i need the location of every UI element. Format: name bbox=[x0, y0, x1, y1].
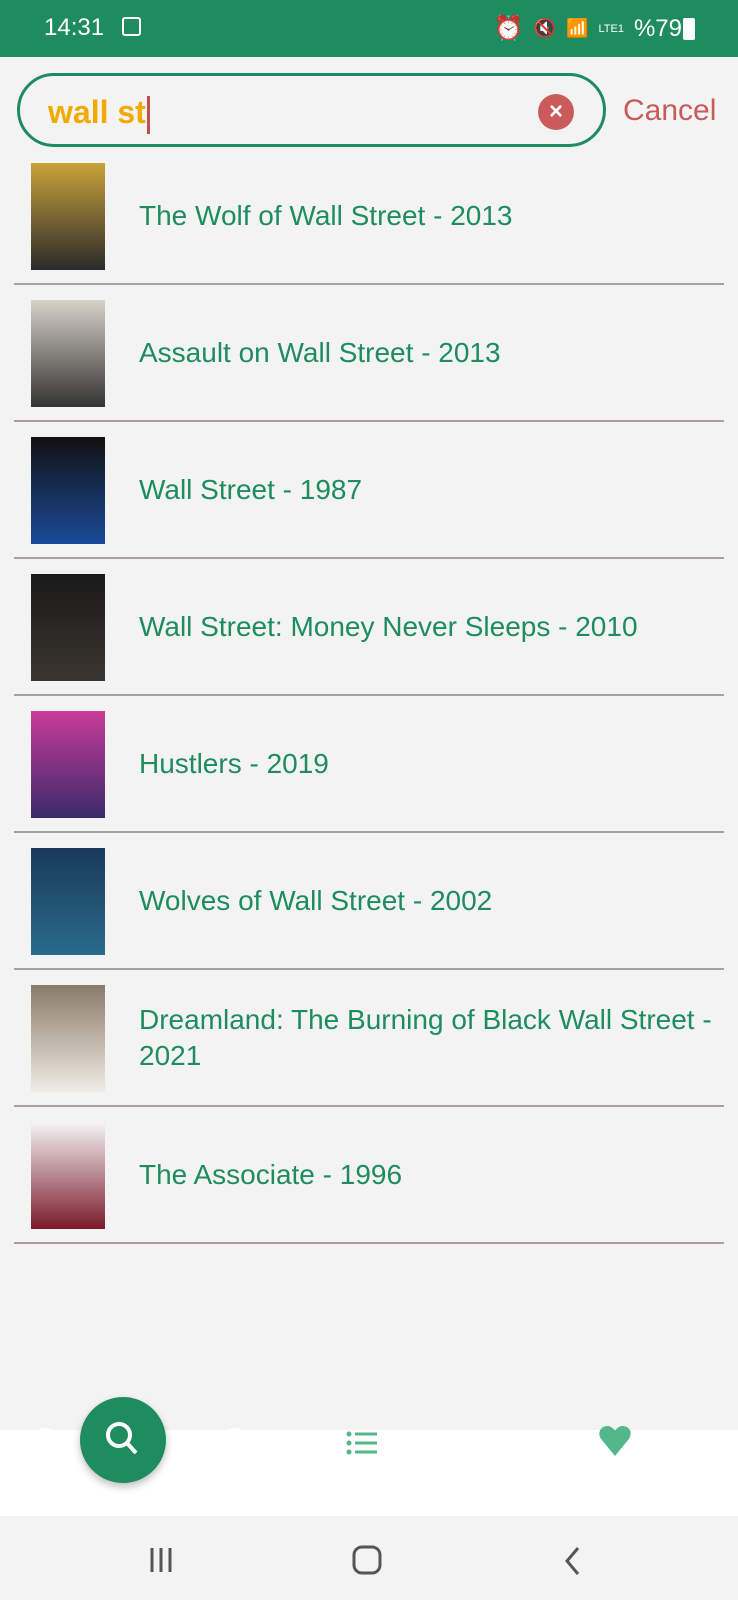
battery-icon bbox=[683, 18, 695, 40]
search-fab[interactable] bbox=[80, 1397, 166, 1483]
heart-icon[interactable] bbox=[597, 1423, 633, 1459]
movie-poster bbox=[31, 437, 105, 544]
home-icon[interactable] bbox=[352, 1544, 382, 1576]
movie-poster bbox=[31, 300, 105, 407]
movie-title: Wolves of Wall Street - 2002 bbox=[139, 884, 493, 916]
movie-title: Wall Street: Money Never Sleeps - 2010 bbox=[139, 610, 638, 642]
movie-title: The Associate - 1996 bbox=[139, 1158, 403, 1190]
result-row[interactable]: Dreamland: The Burning of Black Wall Str… bbox=[14, 970, 724, 1107]
movie-poster bbox=[31, 163, 105, 270]
battery-text: %79 bbox=[633, 14, 682, 42]
wifi-icon: 📶 bbox=[566, 18, 589, 38]
movie-title: Wall Street - 1987 bbox=[139, 473, 363, 505]
clear-search-icon[interactable]: × bbox=[538, 94, 574, 130]
movie-poster bbox=[31, 574, 105, 681]
cancel-button[interactable]: Cancel bbox=[623, 94, 716, 128]
search-value: wall st bbox=[48, 94, 146, 130]
back-icon[interactable] bbox=[563, 1546, 583, 1576]
search-icon bbox=[106, 1422, 138, 1455]
result-row[interactable]: Wolves of Wall Street - 2002 bbox=[14, 833, 724, 970]
clock: 14:31 bbox=[44, 14, 105, 41]
movie-title: Dreamland: The Burning of Black Wall Str… bbox=[139, 1003, 712, 1071]
results-list: The Wolf of Wall Street - 2013 Assault on… bbox=[0, 148, 738, 1244]
movie-poster bbox=[31, 985, 105, 1092]
movie-title: Assault on Wall Street - 2013 bbox=[139, 336, 501, 368]
search-input[interactable]: wall st × bbox=[17, 73, 606, 147]
movie-poster bbox=[31, 848, 105, 955]
status-bar: 14:31 ⏰ 🔇 📶 LTE1 %79 bbox=[0, 0, 738, 57]
alarm-icon: ⏰ bbox=[493, 15, 524, 42]
result-row[interactable]: Wall Street - 1987 bbox=[14, 422, 724, 559]
result-row[interactable]: Hustlers - 2019 bbox=[14, 696, 724, 833]
list-icon[interactable] bbox=[346, 1430, 380, 1458]
movie-title: The Wolf of Wall Street - 2013 bbox=[139, 199, 513, 231]
text-caret bbox=[146, 95, 150, 134]
result-row[interactable]: Wall Street: Money Never Sleeps - 2010 bbox=[14, 559, 724, 696]
network-label: LTE1 bbox=[598, 22, 624, 35]
result-row[interactable]: The Associate - 1996 bbox=[14, 1107, 724, 1244]
recent-apps-icon[interactable] bbox=[148, 1546, 176, 1574]
result-row[interactable]: Assault on Wall Street - 2013 bbox=[14, 285, 724, 422]
result-row[interactable]: The Wolf of Wall Street - 2013 bbox=[14, 148, 724, 285]
mute-icon: 🔇 bbox=[533, 18, 557, 38]
movie-title: Hustlers - 2019 bbox=[139, 747, 329, 779]
movie-poster bbox=[31, 711, 105, 818]
movie-poster bbox=[31, 1122, 105, 1229]
system-nav-bar bbox=[0, 1516, 738, 1600]
status-icons: ⏰ 🔇 📶 LTE1 %79 bbox=[494, 14, 682, 43]
gallery-notification-icon bbox=[122, 17, 141, 36]
